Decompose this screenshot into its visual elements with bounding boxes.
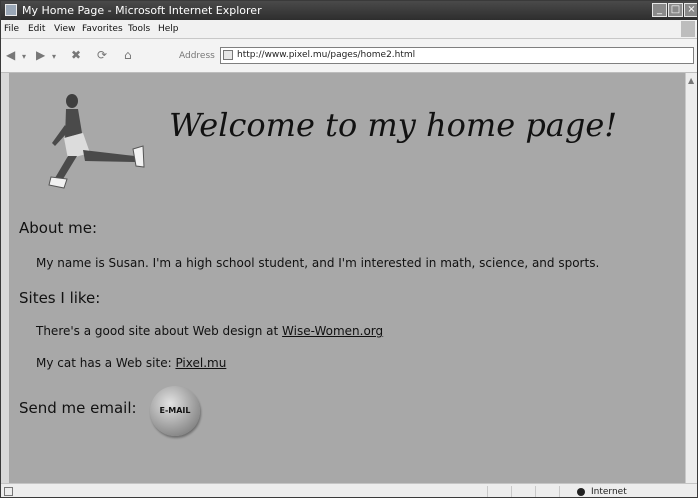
maximize-button[interactable]: □: [668, 3, 683, 17]
menu-edit[interactable]: Edit: [28, 20, 45, 38]
minimize-button[interactable]: _: [652, 3, 667, 17]
internet-zone-icon: [577, 488, 585, 496]
menu-favorites[interactable]: Favorites: [82, 20, 123, 38]
status-page-icon: [4, 487, 13, 496]
vertical-scrollbar[interactable]: ▲: [685, 73, 697, 483]
site1-text: There's a good site about Web design at: [36, 324, 283, 338]
site1-line: There's a good site about Web design at …: [36, 324, 383, 338]
title-bar: My Home Page - Microsoft Internet Explor…: [1, 1, 697, 20]
status-divider: [487, 486, 488, 497]
site2-text: My cat has a Web site:: [36, 356, 176, 370]
address-url[interactable]: http://www.pixel.mu/pages/home2.html: [237, 48, 415, 63]
window-title: My Home Page - Microsoft Internet Explor…: [22, 4, 262, 17]
scroll-up-icon[interactable]: ▲: [688, 76, 694, 85]
browser-app-icon: [5, 4, 17, 16]
back-dropdown-icon[interactable]: ▾: [22, 51, 26, 63]
menu-help[interactable]: Help: [158, 20, 179, 38]
email-button[interactable]: E-MAIL: [150, 386, 200, 436]
welcome-heading: Welcome to my home page!: [169, 106, 618, 144]
page-icon: [223, 50, 233, 60]
menu-bar: File Edit View Favorites Tools Help: [1, 20, 697, 39]
status-divider: [511, 486, 512, 497]
back-icon[interactable]: ◀: [6, 49, 15, 61]
status-divider: [535, 486, 536, 497]
runner-clipart: [48, 94, 145, 189]
about-text: My name is Susan. I'm a high school stud…: [36, 256, 600, 270]
stop-icon[interactable]: ✖: [71, 49, 81, 61]
status-divider: [559, 486, 560, 497]
security-zone-label: Internet: [591, 487, 627, 497]
forward-dropdown-icon[interactable]: ▾: [52, 51, 56, 63]
page-content: Welcome to my home page! About me: My na…: [9, 73, 685, 483]
wise-women-link[interactable]: Wise-Women.org: [282, 324, 383, 338]
sites-heading: Sites I like:: [19, 289, 101, 307]
menu-file[interactable]: File: [4, 20, 19, 38]
home-icon[interactable]: ⌂: [124, 49, 132, 61]
about-heading: About me:: [19, 219, 98, 237]
refresh-icon[interactable]: ⟳: [97, 49, 107, 61]
close-button[interactable]: ×: [684, 3, 697, 17]
site2-line: My cat has a Web site: Pixel.mu: [36, 356, 226, 370]
menu-view[interactable]: View: [54, 20, 75, 38]
toolbar: ◀ ▾ ▶ ▾ ✖ ⟳ ⌂ Address http://www.pixel.m…: [1, 39, 697, 73]
menu-tools[interactable]: Tools: [128, 20, 150, 38]
status-bar: Internet: [1, 483, 697, 497]
email-heading: Send me email:: [19, 399, 137, 417]
browser-window: My Home Page - Microsoft Internet Explor…: [0, 0, 698, 498]
forward-icon[interactable]: ▶: [36, 49, 45, 61]
pixel-mu-link[interactable]: Pixel.mu: [175, 356, 226, 370]
windows-logo-icon: [681, 21, 695, 37]
address-label: Address: [179, 51, 215, 61]
address-field[interactable]: http://www.pixel.mu/pages/home2.html: [220, 47, 694, 64]
